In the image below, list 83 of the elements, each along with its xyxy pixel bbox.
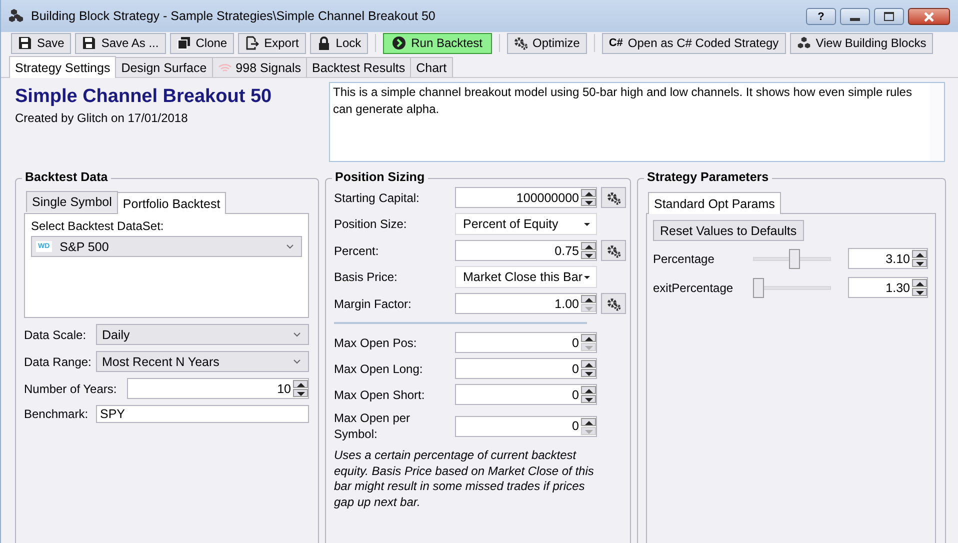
chevron-icon	[286, 244, 294, 249]
tab[interactable]: Backtest Results	[306, 57, 412, 77]
created-by-text: Created by Glitch on 17/01/2018	[15, 111, 189, 125]
clone-icon	[176, 36, 191, 50]
field-label: Basis Price:	[334, 270, 398, 284]
slider[interactable]	[753, 278, 831, 298]
field-label: Percent:	[334, 244, 380, 258]
field-label: Max Open Pos:	[334, 334, 418, 350]
field-label: Max Open per Symbol:	[334, 410, 412, 442]
description-field[interactable]: This is a simple channel breakout model using 50-bar high and low channels. It shows how even simple rules can generate alpha.	[329, 82, 945, 162]
field-label: Benchmark:	[24, 407, 90, 421]
csharp-icon: C#	[608, 37, 623, 49]
gears-icon	[514, 36, 528, 50]
csharp-button[interactable]: C# Open as C# Coded Strategy	[602, 32, 786, 54]
field-label: Starting Capital:	[334, 190, 420, 204]
group-title: Strategy Parameters	[644, 170, 772, 184]
dropdown[interactable]: Most Recent N Years	[96, 351, 309, 372]
number-field[interactable]: 10	[126, 378, 309, 399]
maximize-button[interactable]	[874, 8, 904, 25]
group-title: Backtest Data	[22, 170, 111, 184]
tab[interactable]: Single Symbol	[26, 191, 118, 212]
lock-icon	[316, 36, 331, 50]
number-field[interactable]: 0	[455, 358, 597, 379]
floppy-icon	[82, 36, 96, 50]
save-button[interactable]: Save	[11, 32, 72, 54]
export-icon	[245, 36, 260, 50]
tab[interactable]: Strategy Settings	[9, 56, 116, 78]
number-field[interactable]: 0.75	[455, 240, 597, 261]
tab[interactable]: 998 Signals	[212, 57, 307, 77]
tab[interactable]: Chart	[410, 57, 453, 77]
group-title: Position Sizing	[332, 170, 428, 184]
number-field[interactable]: 1.30	[848, 277, 928, 298]
help-text: Uses a certain percentage of current backtest equity. Basis Price based on Market Close of this bar might result in some missed trades if prices gap up next bar.	[334, 448, 595, 510]
floppy-icon	[18, 36, 32, 50]
cubes-icon	[9, 8, 25, 24]
help-button[interactable]: ?	[806, 8, 836, 25]
slider-thumb[interactable]	[753, 278, 764, 298]
lock-button[interactable]: Lock	[310, 32, 368, 54]
field-label: Max Open Short:	[334, 386, 426, 402]
export-button[interactable]: Export	[238, 32, 306, 54]
parameter-label: Percentage	[653, 252, 716, 266]
strategy-name: Simple Channel Breakout 50	[15, 86, 273, 108]
slider[interactable]	[753, 248, 831, 268]
optimize-button[interactable]: Optimize	[506, 32, 587, 54]
chevron-icon	[293, 332, 301, 337]
gears-icon	[606, 190, 620, 204]
cubes-icon	[796, 36, 811, 50]
gears-icon	[606, 296, 620, 310]
close-icon	[923, 12, 935, 22]
play-icon	[392, 36, 406, 50]
dropdown[interactable]: Daily	[96, 324, 309, 345]
slider-thumb[interactable]	[788, 248, 800, 268]
clone-button[interactable]: Clone	[170, 32, 234, 54]
minimize-button[interactable]	[840, 8, 870, 25]
field-label: Data Range:	[24, 354, 92, 368]
tab[interactable]: Standard Opt Params	[648, 192, 781, 214]
tab[interactable]: Portfolio Backtest	[116, 192, 226, 214]
parameter-label: exitPercentage	[653, 280, 734, 294]
reset-button[interactable]: Reset Values to Defaults	[653, 220, 804, 241]
save-button[interactable]: Save As ...	[75, 32, 166, 54]
gears-icon	[606, 244, 620, 258]
text-field[interactable]: SPY	[96, 405, 309, 423]
close-button[interactable]	[908, 8, 950, 25]
field-label: Max Open Long:	[334, 360, 424, 376]
number-field[interactable]: 0	[455, 384, 597, 405]
field-label: Data Scale:	[24, 328, 88, 342]
optimize-button[interactable]	[601, 187, 626, 208]
chevron-icon	[293, 359, 301, 364]
field-label: Margin Factor:	[334, 296, 412, 310]
blocks-button[interactable]: View Building Blocks	[790, 32, 934, 54]
dropdown[interactable]: Market Close this Bar	[455, 266, 597, 288]
optimize-button[interactable]	[601, 240, 626, 261]
number-field[interactable]: 100000000	[455, 187, 597, 208]
tab[interactable]: Design Surface	[115, 57, 213, 77]
field-label: Number of Years:	[24, 382, 117, 396]
window-title: Building Block Strategy - Sample Strategies\Simple Channel Breakout 50	[31, 9, 436, 23]
optimize-button[interactable]	[601, 293, 626, 314]
number-field[interactable]: 3.10	[848, 248, 928, 269]
field-label: Position Size:	[334, 217, 408, 231]
signal-icon	[218, 62, 232, 72]
dropdown[interactable]: Percent of Equity	[455, 213, 597, 235]
run-button[interactable]: Run Backtest	[383, 32, 492, 54]
dataset-label: Select Backtest DataSet:	[31, 219, 165, 233]
